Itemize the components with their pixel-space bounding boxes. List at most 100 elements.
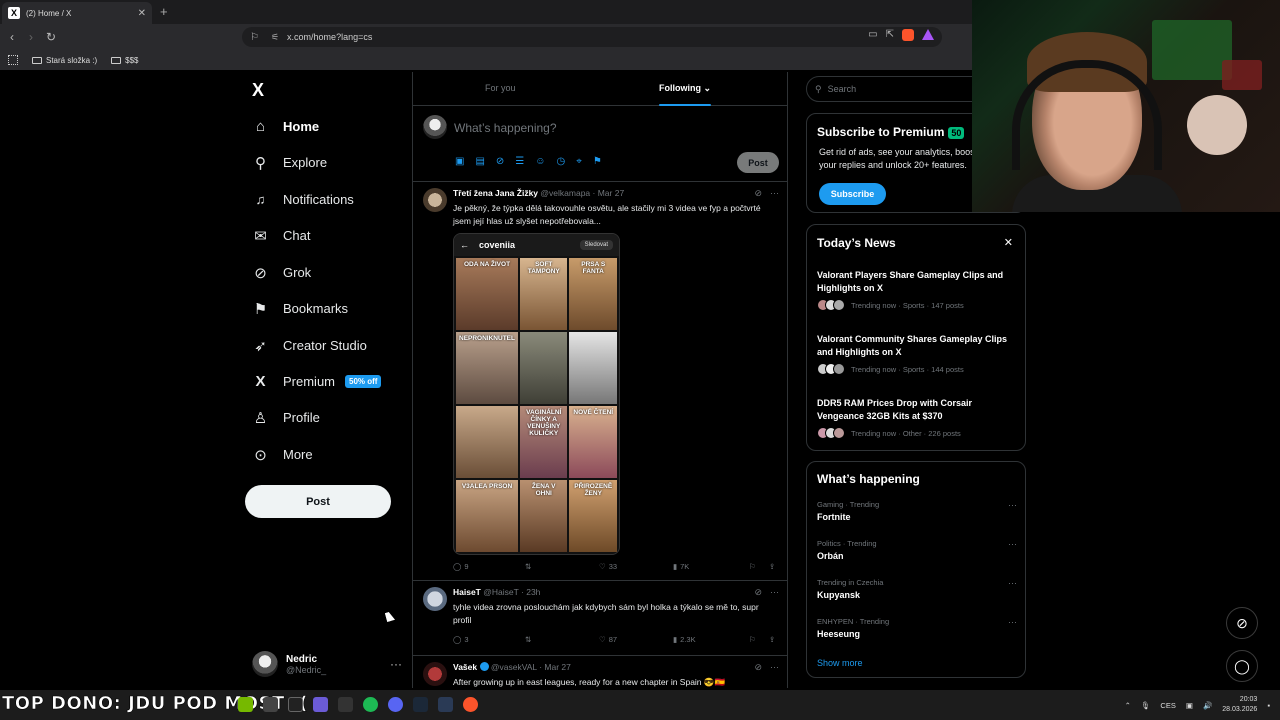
more-icon[interactable]: ··· [770,662,779,673]
tweet-handle[interactable]: @velkamapa [540,188,590,198]
more-icon[interactable]: ··· [1008,578,1017,588]
spotify-icon[interactable] [363,697,378,712]
tweet-author[interactable]: HaiseT [453,587,481,597]
language-indicator[interactable]: CES [1160,701,1175,710]
site-settings-icon[interactable]: ⚟ [271,32,279,43]
nav-item-chat[interactable]: ✉ Chat [252,227,310,245]
reader-icon[interactable]: ▭ [868,29,877,41]
grok-icon[interactable]: ⊘ [754,587,762,598]
subscribe-button[interactable]: Subscribe [819,183,886,205]
nav-item-explore[interactable]: ⚲ Explore [252,154,327,172]
tweet-author[interactable]: Třetí žena Jana Žižky [453,188,538,198]
nav-item-creator-studio[interactable]: ➶ Creator Studio [252,337,367,355]
brave-icon[interactable] [463,697,478,712]
tweet-media[interactable]: ← coveniia Sledovat ODA NA ŽIVOT SOFT TA… [453,233,620,555]
more-icon[interactable]: ··· [1008,500,1017,510]
tweet-time[interactable]: · Mar 27 [539,662,571,672]
url-field[interactable]: ⚐ ⚟ x.com/home?lang=cs [242,27,942,47]
nav-item-more[interactable]: ⊙ More [252,446,312,464]
grok-icon[interactable]: ⊘ [754,662,762,673]
new-tab-icon[interactable]: + [160,4,168,19]
brave-shield-icon[interactable] [902,29,914,41]
nvidia-icon[interactable] [238,697,253,712]
app-icon[interactable] [338,697,353,712]
trend-item[interactable]: Gaming · Trending Fortnite ··· [817,500,1017,522]
network-icon[interactable]: ▣ [1186,701,1193,710]
nav-item-bookmarks[interactable]: ⚑ Bookmarks [252,300,348,318]
nav-item-profile[interactable]: ♙ Profile [252,409,320,427]
trend-item[interactable]: Trending in Czechia Kupyansk ··· [817,578,1017,600]
back-icon[interactable]: ‹ [10,30,14,44]
repost-button[interactable]: ⇅ [525,562,599,571]
share-icon[interactable]: ⇱ [886,29,894,41]
schedule-icon[interactable]: ◷ [556,156,565,167]
app-grid-icon[interactable] [313,697,328,712]
steam-icon[interactable] [413,697,428,712]
more-icon[interactable]: ··· [1008,539,1017,549]
app-icon[interactable] [288,697,303,712]
more-icon[interactable]: ··· [390,657,402,671]
brave-rewards-icon[interactable] [922,29,934,40]
more-icon[interactable]: ··· [770,188,779,199]
app-icon[interactable] [438,697,453,712]
grok-icon[interactable]: ⊘ [496,156,504,167]
reply-button[interactable]: ◯ 9 [453,562,525,571]
tweet[interactable]: HaiseT @HaiseT · 23h ⊘ ··· tyhle videa zr… [413,581,787,656]
reload-icon[interactable]: ↻ [46,30,56,44]
messages-float-button[interactable]: ◯ [1226,650,1258,682]
more-icon[interactable]: ··· [1008,617,1017,627]
volume-icon[interactable]: 🔊 [1203,701,1212,710]
grok-icon[interactable]: ⊘ [754,188,762,199]
microphone-icon[interactable]: 🎙 [1141,701,1151,710]
trend-item[interactable]: Politics · Trending Orbán ··· [817,539,1017,561]
tweet-handle[interactable]: @vasekVAL [491,662,537,672]
trend-item[interactable]: ENHYPEN · Trending Heeseung ··· [817,617,1017,639]
clock[interactable]: 20:03 28.03.2026 [1222,695,1257,715]
views-button[interactable]: ▮ 2.3K [673,635,749,644]
tweet-time[interactable]: · Mar 27 [593,188,625,198]
avatar[interactable] [423,587,447,611]
nav-item-home[interactable]: ⌂ Home [252,118,319,135]
discord-icon[interactable] [388,697,403,712]
chevron-up-icon[interactable]: ⌃ [1125,701,1131,710]
more-icon[interactable]: ··· [770,587,779,598]
tweet[interactable]: Vašek @vasekVAL · Mar 27 ⊘ ··· After grow… [413,656,787,688]
tweet-time[interactable]: · 23h [521,587,540,597]
bookmark-icon[interactable]: ⚐ [749,562,769,571]
grok-float-button[interactable]: ⊘ [1226,607,1258,639]
compose-post-button[interactable]: Post [737,152,779,173]
location-icon[interactable]: ⌖ [576,156,582,167]
close-tab-icon[interactable]: ✕ [138,8,146,19]
tab-for-you[interactable]: For you [485,83,516,93]
tweet-handle[interactable]: @HaiseT [483,587,518,597]
avatar[interactable] [423,188,447,212]
tweet[interactable]: Třetí žena Jana Žižky @velkamapa · Mar 2… [413,182,787,581]
bookmark-folder[interactable]: $$$ [111,56,139,65]
account-switcher[interactable]: Nedric @Nedric_ ··· [252,648,402,680]
gif-icon[interactable]: ▤ [475,156,484,167]
flag-icon[interactable]: ⚑ [593,156,602,167]
news-item[interactable]: DDR5 RAM Prices Drop with Corsair Vengea… [817,397,1017,439]
notification-icon[interactable]: ▪ [1267,701,1270,710]
news-item[interactable]: Valorant Community Shares Gameplay Clips… [817,333,1017,375]
tweet-author[interactable]: Vašek [453,662,477,672]
apps-grid-icon[interactable] [8,55,18,65]
like-button[interactable]: ♡ 33 [599,562,673,571]
tab-following[interactable]: Following ⌄ [659,83,712,106]
browser-tab[interactable]: X (2) Home / X ✕ [2,2,152,24]
x-logo-icon[interactable]: X [252,80,264,101]
app-icon[interactable] [263,697,278,712]
image-icon[interactable]: ▣ [455,156,464,167]
show-more-link[interactable]: Show more [817,658,863,668]
views-button[interactable]: ▮ 7K [673,562,749,571]
news-item[interactable]: Valorant Players Share Gameplay Clips an… [817,269,1017,311]
bookmark-page-icon[interactable]: ⚐ [250,32,259,43]
reply-button[interactable]: ◯ 3 [453,635,525,644]
share-icon[interactable]: ⇪ [769,635,775,644]
close-icon[interactable]: ✕ [1004,236,1013,249]
share-icon[interactable]: ⇪ [769,562,775,571]
poll-icon[interactable]: ☰ [515,156,524,167]
nav-item-grok[interactable]: ⊘ Grok [252,264,311,282]
nav-item-premium[interactable]: X Premium 50% off [252,373,382,390]
emoji-icon[interactable]: ☺ [535,156,545,167]
